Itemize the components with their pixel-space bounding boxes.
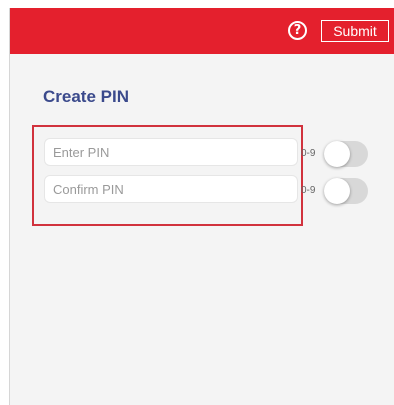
- confirm-pin-toggle[interactable]: [324, 178, 368, 204]
- toggle-knob: [324, 178, 350, 204]
- enter-pin-toggle[interactable]: [324, 141, 368, 167]
- app-frame: ? Submit Create PIN Enter PIN 0-9 Confir…: [9, 8, 394, 405]
- header-bar: ? Submit: [10, 8, 394, 54]
- page-title: Create PIN: [43, 87, 129, 106]
- enter-pin-range-label: 0-9: [301, 148, 316, 159]
- confirm-pin-range-label: 0-9: [301, 185, 316, 196]
- help-icon[interactable]: ?: [288, 21, 307, 40]
- enter-pin-field[interactable]: Enter PIN: [44, 138, 298, 166]
- toggle-knob: [324, 141, 350, 167]
- submit-button[interactable]: Submit: [321, 20, 389, 42]
- confirm-pin-field[interactable]: Confirm PIN: [44, 175, 298, 203]
